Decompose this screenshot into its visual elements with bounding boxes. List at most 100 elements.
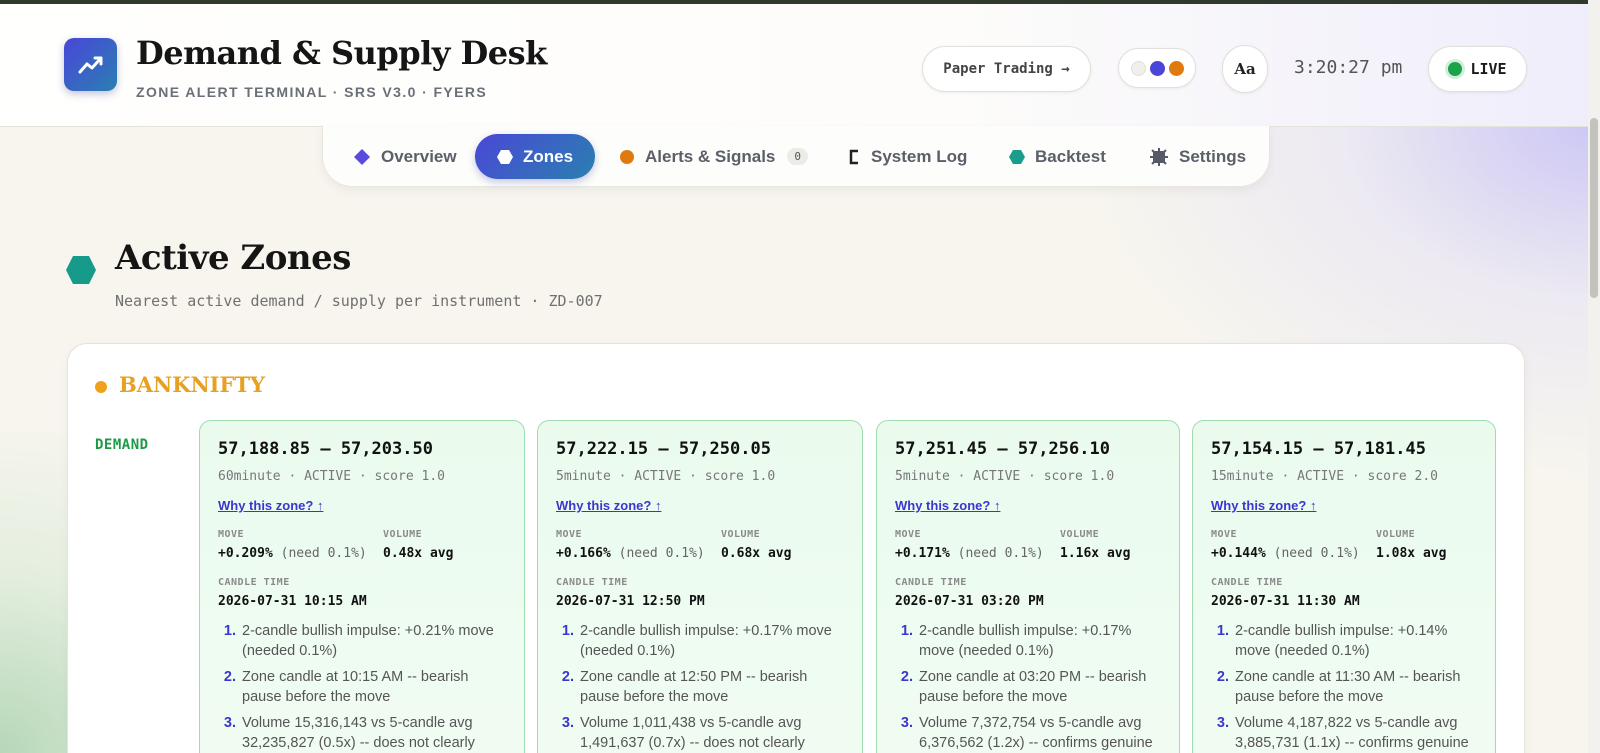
tab-system-log[interactable]: System Log <box>837 134 977 179</box>
reason-item: 2. Zone candle at 12:50 PM -- bearish pau… <box>556 667 846 707</box>
candle-time-label: CANDLE TIME <box>556 577 628 588</box>
why-zone-link[interactable]: Why this zone? ↑ <box>218 498 323 513</box>
volume-label: VOLUME <box>1376 529 1416 540</box>
tab-overview[interactable]: Overview <box>343 134 467 179</box>
live-indicator-icon <box>1448 62 1463 76</box>
volume-value: 1.08x avg <box>1376 546 1447 561</box>
reason-item: 2. Zone candle at 11:30 AM -- bearish pau… <box>1211 667 1479 707</box>
gear-icon <box>1150 147 1168 166</box>
volume-label: VOLUME <box>383 529 423 540</box>
alerts-count-badge: 0 <box>787 148 808 165</box>
zone-range: 57,222.15 – 57,250.05 <box>556 439 771 459</box>
move-need: (need 0.1%) <box>957 546 1044 561</box>
c-bracket-icon <box>849 149 858 164</box>
move-value: +0.171% (need 0.1%) <box>895 546 1044 561</box>
zone-card[interactable]: 57,188.85 – 57,203.50 60minute · ACTIVE … <box>199 420 525 753</box>
reason-text: Volume 4,187,822 vs 5-candle avg 3,885,7… <box>1235 715 1469 751</box>
move-percent: +0.166% <box>556 546 611 561</box>
zone-meta: 60minute · ACTIVE · score 1.0 <box>218 469 445 484</box>
zone-card[interactable]: 57,222.15 – 57,250.05 5minute · ACTIVE ·… <box>537 420 863 753</box>
diamond-icon <box>354 148 370 165</box>
hexagon-icon <box>1009 149 1025 164</box>
theme-switcher[interactable] <box>1118 48 1196 88</box>
why-zone-link[interactable]: Why this zone? ↑ <box>895 498 1000 513</box>
zone-card[interactable]: 57,251.45 – 57,256.10 5minute · ACTIVE ·… <box>876 420 1180 753</box>
reason-list: 1. 2-candle bullish impulse: +0.17% move … <box>895 621 1163 753</box>
move-need: (need 0.1%) <box>618 546 705 561</box>
font-toggle-label: Aa <box>1234 60 1256 78</box>
reason-item: 3. Volume 15,316,143 vs 5-candle avg 32,2… <box>218 713 508 753</box>
zone-card[interactable]: 57,154.15 – 57,181.45 15minute · ACTIVE … <box>1192 420 1496 753</box>
reason-list: 1. 2-candle bullish impulse: +0.21% move … <box>218 621 508 753</box>
why-zone-link[interactable]: Why this zone? ↑ <box>1211 498 1316 513</box>
reason-item: 3. Volume 7,372,754 vs 5-candle avg 6,376… <box>895 713 1163 753</box>
tab-alerts-signals[interactable]: Alerts & Signals 0 <box>609 134 818 179</box>
circle-icon <box>620 149 634 164</box>
move-value: +0.144% (need 0.1%) <box>1211 546 1360 561</box>
why-zone-link[interactable]: Why this zone? ↑ <box>556 498 661 513</box>
reason-text: 2-candle bullish impulse: +0.14% move (n… <box>1235 623 1448 659</box>
live-label: LIVE <box>1470 60 1507 78</box>
zone-range: 57,251.45 – 57,256.10 <box>895 439 1110 459</box>
move-percent: +0.171% <box>895 546 950 561</box>
tab-zones[interactable]: Zones <box>475 134 596 179</box>
candle-time-label: CANDLE TIME <box>218 577 290 588</box>
tab-backtest[interactable]: Backtest <box>999 134 1116 179</box>
tab-label: System Log <box>871 146 968 166</box>
move-value: +0.166% (need 0.1%) <box>556 546 705 561</box>
page-subtitle: Nearest active demand / supply per instr… <box>115 292 603 310</box>
move-label: MOVE <box>1211 529 1238 540</box>
page-title: Active Zones <box>115 238 351 278</box>
instrument-status-icon <box>95 381 107 393</box>
clock: 3:20:27 pm <box>1294 57 1403 78</box>
reason-list: 1. 2-candle bullish impulse: +0.14% move … <box>1211 621 1479 753</box>
tab-label: Zones <box>523 146 574 166</box>
zone-meta: 15minute · ACTIVE · score 2.0 <box>1211 469 1438 484</box>
tab-label: Overview <box>381 146 457 166</box>
trend-up-icon <box>78 56 102 73</box>
tab-label: Backtest <box>1035 146 1106 166</box>
live-status-button[interactable]: LIVE <box>1428 46 1527 92</box>
move-label: MOVE <box>556 529 583 540</box>
reason-text: Zone candle at 12:50 PM -- bearish pause… <box>580 669 808 705</box>
theme-dot[interactable] <box>1130 60 1146 76</box>
candle-time-value: 2026-07-31 12:50 PM <box>556 594 705 609</box>
candle-time-value: 2026-07-31 11:30 AM <box>1211 594 1360 609</box>
tab-label: Settings <box>1179 146 1247 166</box>
reason-item: 3. Volume 1,011,438 vs 5-candle avg 1,491… <box>556 713 846 753</box>
reason-text: Volume 7,372,754 vs 5-candle avg 6,376,5… <box>919 715 1153 751</box>
theme-dot[interactable] <box>1149 60 1165 76</box>
zone-meta: 5minute · ACTIVE · score 1.0 <box>895 469 1115 484</box>
candle-time-value: 2026-07-31 03:20 PM <box>895 594 1044 609</box>
reason-text: 2-candle bullish impulse: +0.17% move (n… <box>919 623 1132 659</box>
candle-time-label: CANDLE TIME <box>1211 577 1283 588</box>
volume-value: 1.16x avg <box>1060 546 1131 561</box>
instrument-name: BANKNIFTY <box>119 372 266 397</box>
tab-label: Alerts & Signals <box>645 146 776 166</box>
app-title: Demand & Supply Desk <box>136 34 547 72</box>
paper-trading-button[interactable]: Paper Trading → <box>922 46 1091 92</box>
paper-trading-label: Paper Trading → <box>943 61 1070 77</box>
reason-item: 1. 2-candle bullish impulse: +0.21% move … <box>218 621 508 661</box>
reason-item: 1. 2-candle bullish impulse: +0.17% move … <box>556 621 846 661</box>
volume-label: VOLUME <box>721 529 761 540</box>
volume-label: VOLUME <box>1060 529 1100 540</box>
demand-label: DEMAND <box>95 437 149 453</box>
page-scrollbar[interactable] <box>1588 0 1600 753</box>
hexagon-icon <box>66 256 96 284</box>
volume-value: 0.48x avg <box>383 546 454 561</box>
reason-item: 2. Zone candle at 03:20 PM -- bearish pau… <box>895 667 1163 707</box>
reason-text: 2-candle bullish impulse: +0.21% move (n… <box>242 623 494 659</box>
app-logo[interactable] <box>64 38 117 91</box>
reason-item: 2. Zone candle at 10:15 AM -- bearish pau… <box>218 667 508 707</box>
main-nav: Overview Zones Alerts & Signals 0 System… <box>322 126 1270 187</box>
scrollbar-thumb[interactable] <box>1590 118 1598 298</box>
move-need: (need 0.1%) <box>280 546 367 561</box>
theme-dot[interactable] <box>1168 60 1184 76</box>
zone-range: 57,188.85 – 57,203.50 <box>218 439 433 459</box>
tab-settings[interactable]: Settings <box>1139 134 1256 179</box>
reason-item: 1. 2-candle bullish impulse: +0.14% move … <box>1211 621 1479 661</box>
app-subtitle: ZONE ALERT TERMINAL · SRS V3.0 · FYERS <box>136 84 488 100</box>
font-toggle-button[interactable]: Aa <box>1222 45 1268 93</box>
reason-text: Volume 15,316,143 vs 5-candle avg 32,235… <box>242 715 475 751</box>
